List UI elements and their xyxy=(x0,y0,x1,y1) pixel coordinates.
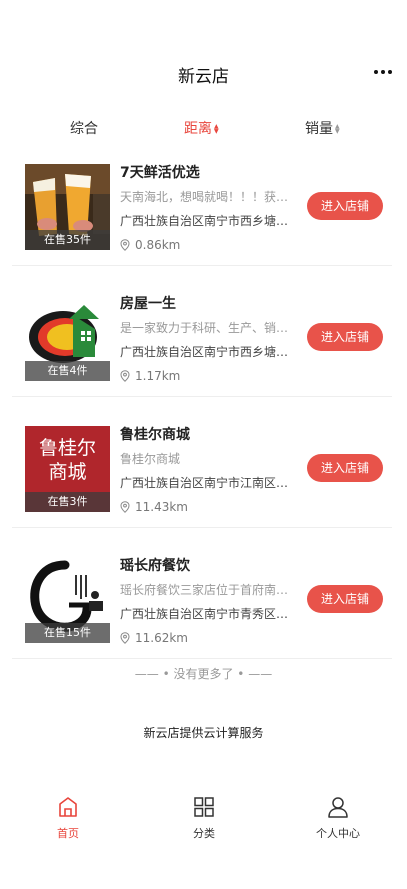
grid-icon xyxy=(194,797,214,817)
shop-address: 广西壮族自治区南宁市青秀区… xyxy=(120,607,289,621)
divider xyxy=(12,527,392,528)
sort-comprehensive[interactable]: 综合 xyxy=(70,117,98,141)
divider xyxy=(12,396,392,397)
shop-item[interactable]: 在售4件 房屋一生 是一家致力于科研、生产、销… 广西壮族自治区南宁市西乡塘… … xyxy=(0,291,407,421)
shop-address: 广西壮族自治区南宁市江南区… xyxy=(120,476,289,490)
shop-thumbnail: 在售15件 xyxy=(25,557,110,643)
on-sale-badge: 在售15件 xyxy=(25,623,110,643)
location-pin-icon xyxy=(120,370,130,382)
shop-thumbnail: 在售35件 xyxy=(25,164,110,250)
shop-desc: 是一家致力于科研、生产、销… xyxy=(120,321,289,335)
tab-category-label: 分类 xyxy=(193,827,215,840)
shop-desc: 天南海北，想喝就喝！！！获… xyxy=(120,190,289,204)
sort-bar: 综合 距离 ▲ ▼ 销量 ▲ ▼ xyxy=(0,117,407,141)
on-sale-badge: 在售4件 xyxy=(25,361,110,381)
page-title: 新云店 xyxy=(178,67,229,87)
shop-distance: 1.17km xyxy=(120,369,180,383)
more-dots-icon[interactable] xyxy=(371,62,395,82)
shop-address: 广西壮族自治区南宁市西乡塘… xyxy=(120,214,289,228)
tab-profile-label: 个人中心 xyxy=(316,827,360,840)
sort-arrows-icon: ▲ ▼ xyxy=(335,123,340,135)
shop-logo: 鲁桂尔商城 xyxy=(38,437,96,483)
shop-name: 房屋一生 xyxy=(120,296,176,312)
shop-item[interactable]: 在售35件 7天鲜活优选 天南海北，想喝就喝！！！获… 广西壮族自治区南宁市西乡… xyxy=(0,160,407,290)
tab-profile[interactable]: 个人中心 xyxy=(293,795,383,841)
no-more-text: —— • 没有更多了 • —— xyxy=(134,667,273,681)
provider-text: 新云店提供云计算服务 xyxy=(143,726,264,740)
on-sale-badge: 在售35件 xyxy=(25,230,110,250)
sort-sales[interactable]: 销量 ▲ ▼ xyxy=(305,117,340,141)
shop-name: 瑶长府餐饮 xyxy=(120,558,190,574)
enter-shop-button[interactable]: 进入店铺 xyxy=(307,454,383,482)
enter-shop-button[interactable]: 进入店铺 xyxy=(307,585,383,613)
shop-desc: 瑶长府餐饮三家店位于首府南… xyxy=(120,583,289,597)
enter-shop-button[interactable]: 进入店铺 xyxy=(307,192,383,220)
shop-item[interactable]: 鲁桂尔商城 在售3件 鲁桂尔商城 鲁桂尔商城 广西壮族自治区南宁市江南区… 11… xyxy=(0,422,407,552)
sort-distance[interactable]: 距离 ▲ ▼ xyxy=(184,117,219,141)
sort-arrows-icon: ▲ ▼ xyxy=(214,123,219,135)
enter-shop-button[interactable]: 进入店铺 xyxy=(307,323,383,351)
shop-thumbnail: 在售4件 xyxy=(25,295,110,381)
divider xyxy=(12,265,392,266)
tab-category[interactable]: 分类 xyxy=(159,795,249,841)
on-sale-badge: 在售3件 xyxy=(25,492,110,512)
shop-name: 7天鲜活优选 xyxy=(120,165,200,181)
shop-desc: 鲁桂尔商城 xyxy=(120,452,181,466)
location-pin-icon xyxy=(120,239,130,251)
shop-distance: 11.43km xyxy=(120,500,188,514)
bottom-tabbar: 首页 分类 个人中心 xyxy=(0,795,407,855)
tab-home[interactable]: 首页 xyxy=(23,795,113,841)
shop-thumbnail: 鲁桂尔商城 在售3件 xyxy=(25,426,110,512)
shop-distance: 0.86km xyxy=(120,238,180,252)
home-icon xyxy=(59,797,77,817)
user-icon xyxy=(328,797,348,818)
header: 新云店 xyxy=(0,0,407,100)
shop-item[interactable]: 在售15件 瑶长府餐饮 瑶长府餐饮三家店位于首府南… 广西壮族自治区南宁市青秀区… xyxy=(0,553,407,683)
shop-distance: 11.62km xyxy=(120,631,188,645)
location-pin-icon xyxy=(120,501,130,513)
tab-home-label: 首页 xyxy=(57,827,79,840)
location-pin-icon xyxy=(120,632,130,644)
shop-name: 鲁桂尔商城 xyxy=(120,427,190,443)
divider xyxy=(12,658,392,659)
shop-address: 广西壮族自治区南宁市西乡塘… xyxy=(120,345,289,359)
